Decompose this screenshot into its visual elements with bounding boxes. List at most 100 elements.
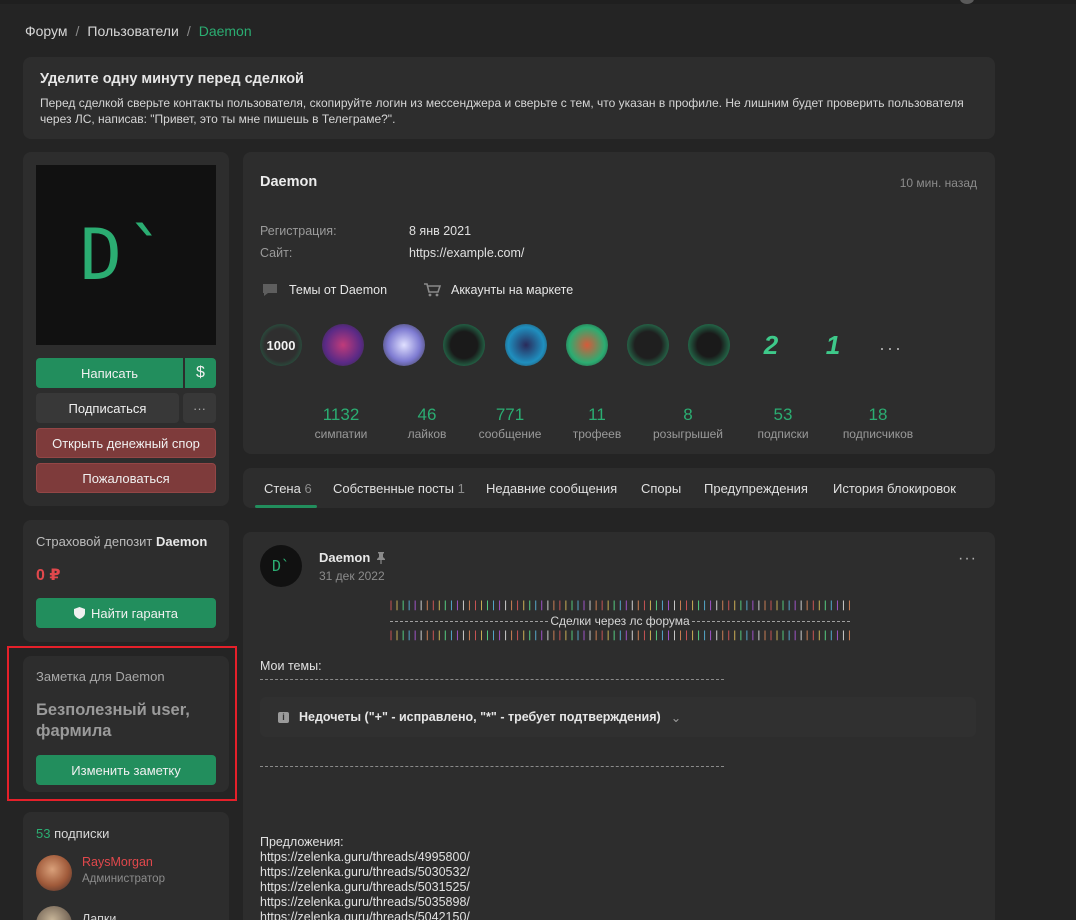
market-link[interactable]: Аккаунты на маркете: [423, 283, 573, 297]
tab-ban-history[interactable]: История блокировок: [833, 481, 956, 496]
tab-count: 6: [304, 481, 312, 496]
subscribe-button[interactable]: Подписаться: [36, 393, 179, 423]
registration-label: Регистрация:: [260, 224, 337, 238]
cart-icon: [424, 283, 441, 297]
money-transfer-button[interactable]: $: [185, 358, 216, 388]
chevron-down-icon: ⌄: [670, 710, 682, 725]
subscriptions-card: 53 подписки RaysMorgan Администратор Лап…: [23, 812, 229, 920]
stat-subscriptions[interactable]: 53 подписки: [733, 405, 833, 441]
topics-link-label: Темы от Daemon: [289, 283, 388, 297]
badge-1000-icon[interactable]: 1000: [260, 324, 302, 366]
tab-label: Стена: [264, 481, 301, 496]
issues-spoiler[interactable]: i Недочеты ("+" - исправлено, "*" - треб…: [260, 697, 976, 737]
registration-value: 8 янв 2021: [409, 224, 472, 238]
badge-event-icon[interactable]: [322, 324, 364, 366]
topics-link[interactable]: Темы от Daemon: [261, 283, 387, 297]
badge-frog-icon[interactable]: [566, 324, 608, 366]
deposit-label: Страховой депозит Daemon: [36, 534, 216, 549]
thread-link[interactable]: https://zelenka.guru/threads/4995800/: [260, 850, 470, 865]
write-button[interactable]: Написать: [36, 358, 183, 388]
avatar[interactable]: [36, 906, 72, 920]
breadcrumb-current[interactable]: Daemon: [199, 23, 252, 39]
stat-label: подписчиков: [842, 427, 914, 441]
tab-label: Предупреждения: [704, 481, 808, 496]
profile-info-card: Daemon 10 мин. назад Регистрация: 8 янв …: [243, 152, 995, 454]
badge-laurel-icon[interactable]: [383, 324, 425, 366]
stat-label: симпатии: [314, 427, 368, 441]
badge-1-year-icon[interactable]: 1: [812, 324, 854, 366]
tab-own-posts[interactable]: Собственные посты 1: [333, 481, 465, 496]
shield-icon: [73, 607, 85, 619]
thread-link[interactable]: https://zelenka.guru/threads/5030532/: [260, 865, 470, 880]
report-button[interactable]: Пожаловаться: [36, 463, 216, 493]
thread-link[interactable]: https://zelenka.guru/threads/5042150/: [260, 910, 470, 920]
deal-notice: Уделите одну минуту перед сделкой Перед …: [23, 57, 995, 139]
stat-label: подписки: [757, 427, 809, 441]
tab-label: История блокировок: [833, 481, 956, 496]
breadcrumb-separator: /: [186, 23, 191, 39]
stat-value: 11: [588, 405, 606, 424]
subscriptions-header[interactable]: 53 подписки: [36, 826, 216, 841]
badge-blue-icon[interactable]: [505, 324, 547, 366]
deposit-amount: 0 ₽: [36, 567, 61, 584]
stat-giveaways[interactable]: 8 розыгрышей: [638, 405, 738, 441]
tab-wall[interactable]: Стена 6: [264, 481, 312, 496]
subscription-role: Администратор: [82, 873, 165, 885]
tab-warnings[interactable]: Предупреждения: [704, 481, 808, 496]
badge-coin-icon[interactable]: [688, 324, 730, 366]
post-date[interactable]: 31 дек 2022: [319, 569, 385, 583]
stat-trophies[interactable]: 11 трофеев: [547, 405, 647, 441]
thread-link[interactable]: https://zelenka.guru/threads/5035898/: [260, 895, 470, 910]
divider: [260, 679, 724, 680]
avatar[interactable]: [36, 855, 72, 891]
post-author-name[interactable]: Daemon: [319, 550, 370, 565]
badge-2-years-icon[interactable]: 2: [750, 324, 792, 366]
note-highlight-box: [7, 646, 237, 801]
market-link-label: Аккаунты на маркете: [451, 283, 574, 297]
breadcrumb: Форум / Пользователи / Daemon: [25, 23, 252, 39]
subscription-item[interactable]: Лапки: [36, 906, 116, 920]
tab-recent-messages[interactable]: Недавние сообщения: [486, 481, 617, 496]
tab-label: Собственные посты: [333, 481, 454, 496]
tab-count: 1: [457, 481, 465, 496]
stat-subscribers[interactable]: 18 подписчиков: [828, 405, 928, 441]
subscription-name[interactable]: RaysMorgan: [82, 855, 165, 869]
pin-icon: [377, 551, 386, 564]
profile-tabs: Стена 6 Собственные посты 1 Недавние соо…: [243, 468, 995, 508]
profile-username: Daemon: [260, 174, 318, 190]
stat-messages[interactable]: 771 сообщение: [460, 405, 560, 441]
divider: [260, 766, 724, 767]
stat-label: трофеев: [572, 427, 622, 441]
avatar-text: D`: [79, 214, 173, 296]
profile-avatar[interactable]: D`: [36, 165, 216, 345]
last-seen: 10 мин. назад: [899, 176, 977, 190]
insurance-deposit-card: Страховой депозит Daemon 0 ₽ Найти гаран…: [23, 520, 229, 642]
post-menu-button[interactable]: ···: [958, 550, 977, 568]
more-badges-button[interactable]: ···: [879, 338, 903, 359]
open-dispute-button[interactable]: Открыть денежный спор: [36, 428, 216, 458]
post-avatar[interactable]: D`: [260, 545, 302, 587]
thread-link[interactable]: https://zelenka.guru/threads/5031525/: [260, 880, 470, 895]
subscription-name[interactable]: Лапки: [82, 912, 116, 920]
more-actions-button[interactable]: ···: [183, 393, 216, 423]
breadcrumb-forum[interactable]: Форум: [25, 23, 68, 39]
top-bar: [0, 0, 1076, 4]
stat-value: 771: [495, 405, 525, 424]
badge-wreath-icon[interactable]: [443, 324, 485, 366]
find-guarantor-button[interactable]: Найти гаранта: [36, 598, 216, 628]
offers-block: Предложения: https://zelenka.guru/thread…: [260, 835, 470, 920]
site-link[interactable]: https://example.com/: [409, 246, 524, 260]
site-label: Сайт:: [260, 246, 293, 260]
stat-value: 53: [773, 405, 793, 424]
notice-text: Перед сделкой сверьте контакты пользоват…: [40, 96, 964, 126]
subscription-item[interactable]: RaysMorgan Администратор: [36, 855, 165, 891]
post-banner: Сделки через лс форума: [388, 613, 852, 629]
stat-label: розыгрышей: [652, 427, 724, 441]
profile-actions-card: D` Написать $ Подписаться ··· Открыть де…: [23, 152, 229, 506]
spoiler-label: Недочеты ("+" - исправлено, "*" - требуе…: [299, 710, 661, 724]
breadcrumb-users[interactable]: Пользователи: [87, 23, 178, 39]
subscriptions-count: 53: [36, 826, 51, 841]
stat-sympathies[interactable]: 1132 симпатии: [291, 405, 391, 441]
badge-active-icon[interactable]: [627, 324, 669, 366]
tab-disputes[interactable]: Споры: [641, 481, 681, 496]
